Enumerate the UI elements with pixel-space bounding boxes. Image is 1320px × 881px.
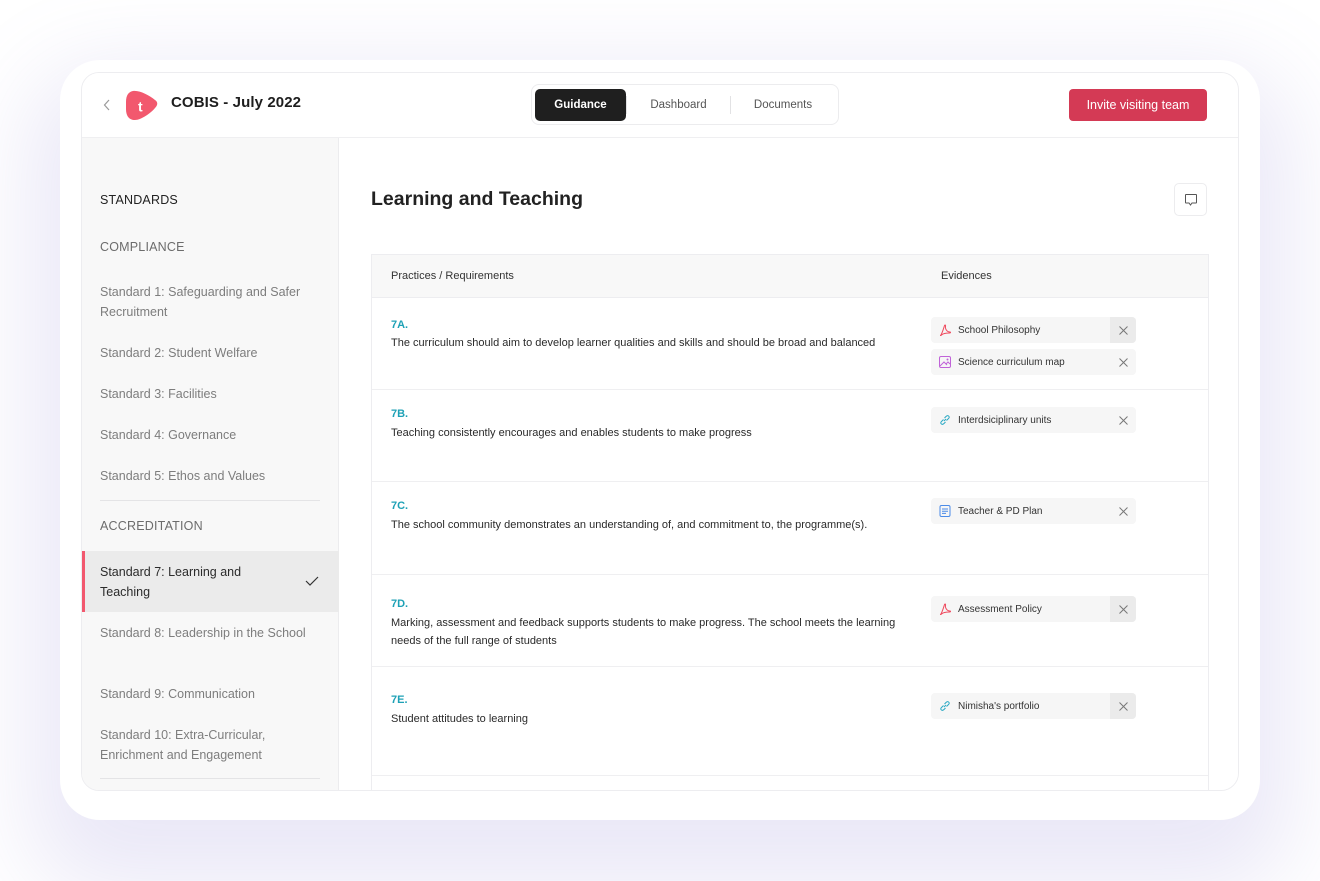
tab-dashboard[interactable]: Dashboard (627, 89, 730, 121)
main-content: Learning and Teaching Practices / Requir… (340, 138, 1238, 790)
close-icon (1118, 357, 1128, 367)
evidence-chip[interactable]: School Philosophy (931, 317, 1136, 343)
invite-visiting-team-button[interactable]: Invite visiting team (1069, 89, 1207, 121)
sidebar-item-standard-2[interactable]: Standard 2: Student Welfare (82, 343, 339, 363)
table-row: 7E. Student attitudes to learning Nimish… (372, 667, 1208, 776)
close-icon (1118, 325, 1128, 335)
table-row: 7A. The curriculum should aim to develop… (372, 298, 1208, 390)
section-heading-accreditation: ACCREDITATION (100, 519, 203, 533)
sidebar-divider (100, 500, 320, 501)
app-title: COBIS - July 2022 (171, 94, 302, 111)
chevron-left-icon (103, 99, 110, 111)
table-header: Practices / Requirements Evidences (372, 255, 1208, 298)
image-icon (939, 356, 951, 368)
evidence-chip[interactable]: Science curriculum map (931, 349, 1136, 375)
comment-button[interactable] (1174, 183, 1207, 216)
sidebar-item-standard-3[interactable]: Standard 3: Facilities (82, 384, 339, 404)
pdf-icon (939, 324, 951, 336)
close-icon (1118, 701, 1128, 711)
logo-letter: t (138, 99, 143, 115)
remove-evidence-button[interactable] (1110, 317, 1136, 343)
requirement-code: 7A. (391, 319, 409, 331)
remove-evidence-button[interactable] (1110, 498, 1136, 524)
remove-evidence-button[interactable] (1110, 693, 1136, 719)
link-icon (939, 414, 951, 426)
sidebar-item-label: Standard 7: Learning and Teaching (100, 564, 242, 599)
sidebar-item-standard-4[interactable]: Standard 4: Governance (82, 425, 339, 445)
evidence-chip[interactable]: Teacher & PD Plan (931, 498, 1136, 524)
app-logo: t (125, 89, 158, 122)
requirement-code: 7B. (391, 408, 409, 420)
app-window: t COBIS - July 2022 Guidance Dashboard D… (81, 72, 1239, 791)
evidence-chip[interactable]: Nimisha's portfolio (931, 693, 1136, 719)
top-bar: t COBIS - July 2022 Guidance Dashboard D… (82, 73, 1238, 138)
evidence-name: Science curriculum map (958, 356, 1065, 368)
table-row: 7C. The school community demonstrates an… (372, 482, 1208, 575)
evidence-chip[interactable]: Interdsiciplinary units (931, 407, 1136, 433)
requirement-description: Teaching consistently encourages and ena… (391, 427, 752, 439)
evidence-name: Interdsiciplinary units (958, 414, 1052, 426)
sidebar-item-standard-5[interactable]: Standard 5: Ethos and Values (82, 466, 339, 486)
column-header-practices: Practices / Requirements (391, 270, 514, 282)
checkmark-icon (305, 572, 319, 592)
sidebar-divider (100, 778, 320, 779)
requirement-description: Marking, assessment and feedback support… (391, 617, 896, 647)
standards-sidebar: STANDARDS COMPLIANCE Standard 1: Safegua… (82, 138, 339, 790)
requirement-description: The school community demonstrates an und… (391, 519, 868, 531)
column-header-evidences: Evidences (941, 270, 992, 282)
sidebar-item-standard-7[interactable]: Standard 7: Learning and Teaching (82, 551, 339, 612)
table-row: 7B. Teaching consistently encourages and… (372, 390, 1208, 482)
pdf-icon (939, 603, 951, 615)
close-icon (1118, 415, 1128, 425)
page-title: Learning and Teaching (371, 188, 583, 210)
section-heading-compliance: COMPLIANCE (100, 240, 185, 254)
table-row-partial (372, 776, 1208, 790)
close-icon (1118, 506, 1128, 516)
tab-guidance[interactable]: Guidance (535, 88, 626, 121)
sidebar-item-standard-10[interactable]: Standard 10: Extra-Curricular, Enrichmen… (82, 725, 339, 765)
sidebar-item-standard-1[interactable]: Standard 1: Safeguarding and Safer Recru… (82, 282, 339, 322)
document-icon (939, 505, 951, 517)
evidence-name: School Philosophy (958, 324, 1041, 336)
comment-icon (1184, 193, 1197, 206)
remove-evidence-button[interactable] (1110, 596, 1136, 622)
view-tabs: Guidance Dashboard Documents (531, 84, 839, 125)
requirement-code: 7D. (391, 598, 409, 610)
requirement-description: Student attitudes to learning (391, 713, 528, 725)
remove-evidence-button[interactable] (1110, 349, 1136, 375)
sidebar-item-standard-9[interactable]: Standard 9: Communication (82, 684, 339, 704)
sidebar-heading: STANDARDS (100, 193, 178, 207)
table-row: 7D. Marking, assessment and feedback sup… (372, 575, 1208, 667)
evidence-name: Teacher & PD Plan (958, 505, 1043, 517)
requirement-code: 7E. (391, 694, 408, 706)
sidebar-item-standard-8[interactable]: Standard 8: Leadership in the School (82, 623, 339, 643)
tab-documents[interactable]: Documents (731, 89, 835, 121)
requirement-description: The curriculum should aim to develop lea… (391, 337, 876, 349)
back-button[interactable] (100, 95, 114, 115)
link-icon (939, 700, 951, 712)
evidence-name: Assessment Policy (958, 603, 1042, 615)
remove-evidence-button[interactable] (1110, 407, 1136, 433)
requirements-table: Practices / Requirements Evidences 7A. T… (371, 254, 1209, 790)
evidence-chip[interactable]: Assessment Policy (931, 596, 1136, 622)
close-icon (1118, 604, 1128, 614)
evidence-name: Nimisha's portfolio (958, 700, 1040, 712)
requirement-code: 7C. (391, 500, 409, 512)
